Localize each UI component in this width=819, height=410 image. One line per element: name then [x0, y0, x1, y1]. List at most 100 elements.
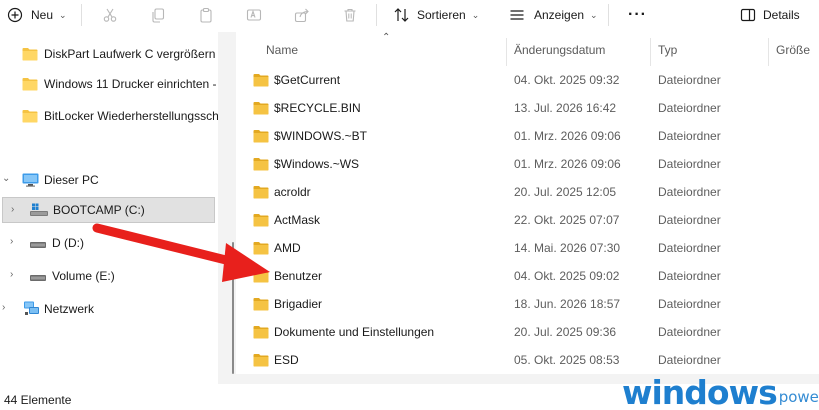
- file-row[interactable]: $RECYCLE.BIN 13. Jul. 2026 16:42 Dateiordn…: [236, 94, 819, 122]
- quick-access-label: DiskPart Laufwerk C vergrößern: [44, 47, 216, 61]
- rename-button[interactable]: [245, 0, 263, 30]
- file-type: Dateiordner: [658, 157, 721, 171]
- paste-button[interactable]: [197, 0, 215, 30]
- file-date: 01. Mrz. 2026 09:06: [514, 129, 621, 143]
- plus-circle-icon: [6, 6, 24, 24]
- chevron-right-icon[interactable]: ›: [2, 302, 5, 313]
- network-label: Netzwerk: [44, 302, 95, 316]
- file-name: Benutzer: [274, 269, 323, 283]
- chevron-right-icon[interactable]: ›: [10, 269, 13, 280]
- file-name: acroldr: [274, 185, 311, 199]
- file-row[interactable]: Dokumente und Einstellungen 20. Jul. 2025…: [236, 318, 819, 346]
- file-row[interactable]: acroldr 20. Jul. 2025 12:05 Dateiordner: [236, 178, 819, 206]
- column-header-size[interactable]: Größe: [776, 32, 810, 68]
- scissors-icon: [101, 6, 119, 24]
- file-row[interactable]: ActMask 22. Okt. 2025 07:07 Dateiordner: [236, 206, 819, 234]
- file-type: Dateiordner: [658, 73, 721, 87]
- file-date: 04. Okt. 2025 09:02: [514, 269, 620, 283]
- folder-icon: [253, 353, 269, 367]
- file-type: Dateiordner: [658, 353, 721, 367]
- file-date: 04. Okt. 2025 09:32: [514, 73, 620, 87]
- column-divider[interactable]: [506, 38, 507, 66]
- this-pc-item[interactable]: ⌄ Dieser PC: [0, 167, 218, 193]
- file-type: Dateiordner: [658, 241, 721, 255]
- folder-icon: [253, 73, 269, 87]
- file-date: 22. Okt. 2025 07:07: [514, 213, 620, 227]
- toolbar-divider: [608, 4, 609, 26]
- drive-label: BOOTCAMP (C:): [53, 203, 145, 217]
- drive-item-d[interactable]: › D (D:): [0, 230, 218, 256]
- file-type: Dateiordner: [658, 129, 721, 143]
- file-name: $RECYCLE.BIN: [274, 101, 361, 115]
- folder-icon: [253, 297, 269, 311]
- file-name: AMD: [274, 241, 301, 255]
- windows-drive-icon: [30, 203, 48, 217]
- column-divider[interactable]: [650, 38, 651, 66]
- chevron-right-icon[interactable]: ›: [11, 204, 14, 215]
- drive-label: D (D:): [52, 236, 84, 250]
- copy-button[interactable]: [149, 0, 167, 30]
- folder-icon: [253, 157, 269, 171]
- network-icon: [22, 301, 39, 315]
- quick-access-item[interactable]: Windows 11 Drucker einrichten -: [0, 71, 218, 97]
- file-name: Dokumente und Einstellungen: [274, 325, 435, 339]
- file-row[interactable]: Brigadier 18. Jun. 2026 18:57 Dateiordner: [236, 290, 819, 318]
- chevron-down-icon: ⌄: [590, 9, 598, 20]
- file-type: Dateiordner: [658, 325, 721, 339]
- navigation-pane: DiskPart Laufwerk C vergrößern Windows 1…: [0, 32, 218, 384]
- column-divider[interactable]: [768, 38, 769, 66]
- file-row[interactable]: $Windows.~WS 01. Mrz. 2026 09:06 Dateiordn…: [236, 150, 819, 178]
- rename-icon: [245, 6, 263, 24]
- view-button-label: Anzeigen: [534, 8, 585, 22]
- computer-icon: [22, 173, 39, 187]
- more-options-button[interactable]: ···: [628, 0, 647, 30]
- quick-access-item[interactable]: BitLocker Wiederherstellungssch: [0, 103, 218, 129]
- drive-icon: [30, 271, 46, 285]
- column-header-type[interactable]: Typ: [658, 32, 677, 68]
- file-type: Dateiordner: [658, 269, 721, 283]
- details-pane-button[interactable]: Details: [739, 0, 800, 30]
- clipboard-icon: [197, 6, 215, 24]
- share-icon: [293, 6, 311, 24]
- drive-label: Volume (E:): [52, 269, 115, 283]
- file-row[interactable]: ESD 05. Okt. 2025 08:53 Dateiordner: [236, 346, 819, 374]
- file-name: ESD: [274, 353, 299, 367]
- column-header-date[interactable]: Änderungsdatum: [514, 32, 605, 68]
- command-bar: Neu ⌄ Sortieren ⌄ Anzeigen ⌄ ··· Details: [0, 0, 819, 32]
- quick-access-item[interactable]: DiskPart Laufwerk C vergrößern: [0, 41, 218, 67]
- watermark-logo: windows power: [622, 372, 819, 410]
- new-button-label: Neu: [31, 8, 54, 22]
- new-button[interactable]: Neu ⌄: [6, 0, 67, 30]
- trash-icon: [341, 6, 359, 24]
- sort-ascending-icon: ⌃: [382, 32, 391, 43]
- network-item[interactable]: › Netzwerk: [0, 296, 218, 322]
- view-button[interactable]: Anzeigen ⌄: [508, 0, 598, 30]
- cut-button[interactable]: [101, 0, 119, 30]
- file-row[interactable]: AMD 14. Mai. 2026 07:30 Dateiordner: [236, 234, 819, 262]
- file-name: $WINDOWS.~BT: [274, 129, 368, 143]
- nav-scrollbar[interactable]: [232, 242, 234, 374]
- chevron-right-icon[interactable]: ›: [10, 236, 13, 247]
- file-row[interactable]: $WINDOWS.~BT 01. Mrz. 2026 09:06 Dateiordn…: [236, 122, 819, 150]
- watermark-sub-text: power: [778, 388, 819, 406]
- list-view-icon: [508, 6, 526, 24]
- item-count: 44 Elemente: [4, 393, 72, 407]
- details-pane-icon: [739, 6, 757, 24]
- file-date: 01. Mrz. 2026 09:06: [514, 157, 621, 171]
- drive-item-c[interactable]: › BOOTCAMP (C:): [2, 197, 215, 223]
- delete-button[interactable]: [341, 0, 359, 30]
- share-button[interactable]: [293, 0, 311, 30]
- column-header-name[interactable]: Name: [266, 32, 298, 68]
- chevron-down-icon[interactable]: ⌄: [2, 173, 10, 184]
- file-row[interactable]: Benutzer 04. Okt. 2025 09:02 Dateiordner: [236, 262, 819, 290]
- file-date: 18. Jun. 2026 18:57: [514, 297, 621, 311]
- file-date: 20. Jul. 2025 12:05: [514, 185, 617, 199]
- file-date: 05. Okt. 2025 08:53: [514, 353, 620, 367]
- sort-button[interactable]: Sortieren ⌄: [393, 0, 479, 30]
- quick-access-label: BitLocker Wiederherstellungssch: [44, 109, 218, 123]
- copy-icon: [149, 6, 167, 24]
- drive-item-e[interactable]: › Volume (E:): [0, 263, 218, 289]
- toolbar-divider: [376, 4, 377, 26]
- file-date: 20. Jul. 2025 09:36: [514, 325, 617, 339]
- file-row[interactable]: $GetCurrent 04. Okt. 2025 09:32 Dateiordne…: [236, 66, 819, 94]
